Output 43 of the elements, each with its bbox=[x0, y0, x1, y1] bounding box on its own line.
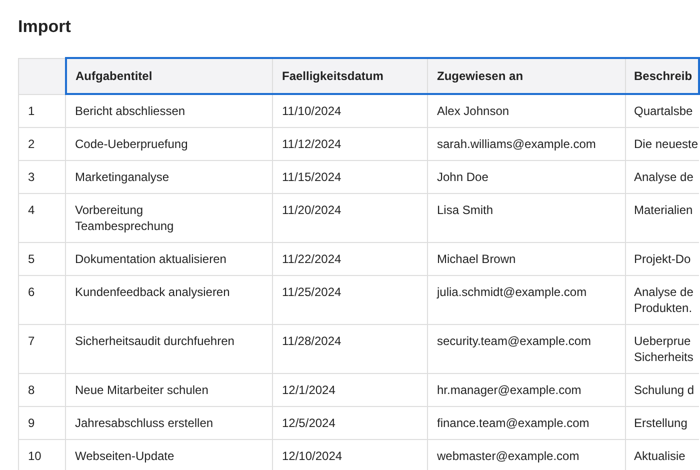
row-number: 6 bbox=[18, 276, 66, 324]
table-cell: Alex Johnson bbox=[428, 94, 626, 128]
row-number: 7 bbox=[18, 324, 66, 374]
table-cell: 11/20/2024 bbox=[272, 194, 428, 242]
table-cell: julia.schmidt@example.com bbox=[428, 276, 626, 324]
row-number: 3 bbox=[18, 160, 66, 194]
row-number: 9 bbox=[18, 406, 66, 440]
page-title: Import bbox=[18, 16, 72, 38]
column-header[interactable]: Faelligkeitsdatum bbox=[272, 58, 428, 94]
row-number: 4 bbox=[18, 194, 66, 242]
table-cell: Vorbereitung Teambesprechung bbox=[66, 194, 272, 242]
row-number: 8 bbox=[18, 374, 66, 406]
table-cell: Sicherheitsaudit durchfuehren bbox=[66, 324, 272, 374]
table-cell: 11/28/2024 bbox=[272, 324, 428, 374]
table-cell: Bericht abschliessen bbox=[66, 94, 272, 128]
table-cell: Neue Mitarbeiter schulen bbox=[66, 374, 272, 406]
table-cell: 12/5/2024 bbox=[272, 406, 428, 440]
table-cell: Kundenfeedback analysieren bbox=[66, 276, 272, 324]
table-cell: security.team@example.com bbox=[428, 324, 626, 374]
row-number: 2 bbox=[18, 128, 66, 160]
table-cell: Dokumentation aktualisieren bbox=[66, 242, 272, 276]
column-header[interactable]: Zugewiesen an bbox=[428, 58, 626, 94]
table-cell: 12/1/2024 bbox=[272, 374, 428, 406]
table-cell: hr.manager@example.com bbox=[428, 374, 626, 406]
row-number: 1 bbox=[18, 94, 66, 128]
column-header[interactable]: Beschreib bbox=[626, 58, 699, 94]
table-cell: finance.team@example.com bbox=[428, 406, 626, 440]
row-number: 10 bbox=[18, 440, 66, 470]
column-header[interactable]: Aufgabentitel bbox=[66, 58, 272, 94]
table-cell: Lisa Smith bbox=[428, 194, 626, 242]
table-cell: Marketinganalyse bbox=[66, 160, 272, 194]
row-number: 5 bbox=[18, 242, 66, 276]
table-cell: Code-Ueberpruefung bbox=[66, 128, 272, 160]
table-cell: 11/10/2024 bbox=[272, 94, 428, 128]
corner-cell bbox=[18, 58, 66, 94]
table-cell: 11/12/2024 bbox=[272, 128, 428, 160]
table-cell: 11/22/2024 bbox=[272, 242, 428, 276]
table-cell: John Doe bbox=[428, 160, 626, 194]
table-cell: 11/15/2024 bbox=[272, 160, 428, 194]
table-cell: Michael Brown bbox=[428, 242, 626, 276]
table-cell: Jahresabschluss erstellen bbox=[66, 406, 272, 440]
table-cell: sarah.williams@example.com bbox=[428, 128, 626, 160]
table-cell: 11/25/2024 bbox=[272, 276, 428, 324]
